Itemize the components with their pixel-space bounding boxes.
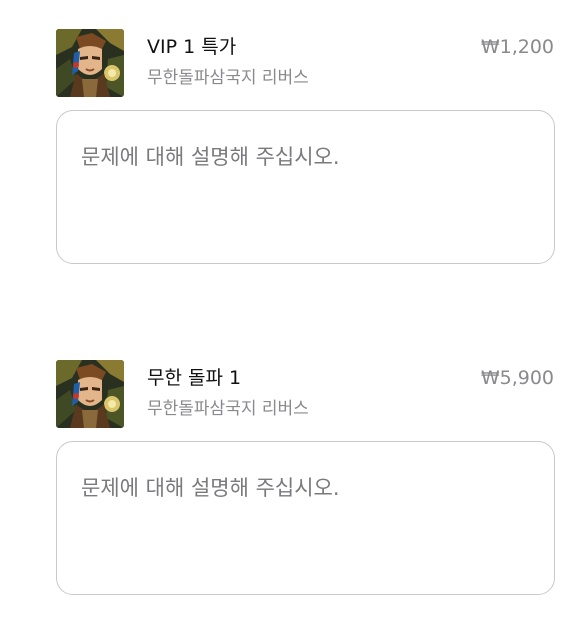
app-name: 무한돌파삼국지 리버스 — [147, 68, 309, 88]
description-box — [56, 441, 555, 595]
item-title: 무한 돌파 1 — [147, 367, 242, 389]
report-problem-screen: { "items": [ { "title": "VIP 1 특가", "sub… — [0, 0, 580, 621]
item-title: VIP 1 특가 — [147, 36, 237, 58]
description-box — [56, 110, 555, 264]
description-input[interactable] — [57, 442, 554, 594]
game-app-icon — [56, 29, 124, 97]
game-app-icon — [56, 360, 124, 428]
item-price: ₩1,200 — [480, 36, 554, 58]
description-input[interactable] — [57, 111, 554, 263]
app-name: 무한돌파삼국지 리버스 — [147, 399, 309, 419]
item-price: ₩5,900 — [480, 367, 554, 389]
